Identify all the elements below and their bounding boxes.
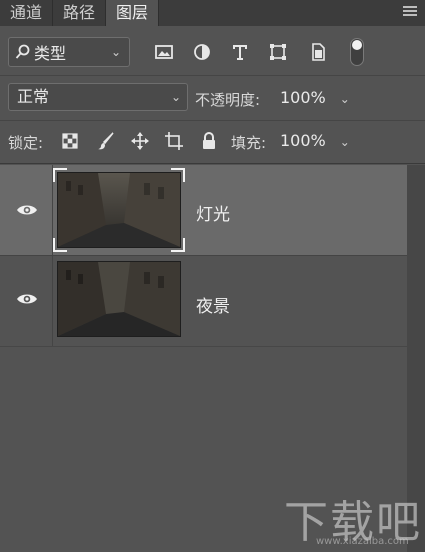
fill-label: 填充: [231, 134, 267, 152]
chevron-down-icon: ⌄ [339, 92, 350, 106]
brush-icon[interactable] [96, 131, 116, 151]
layer-row-night-view[interactable]: 夜景 [0, 256, 407, 346]
fill-value: 100% [280, 131, 326, 150]
panel-menu-icon[interactable] [403, 6, 417, 18]
type-filter-icon[interactable] [230, 42, 250, 62]
image-filter-icon[interactable] [154, 42, 174, 62]
artboard-icon[interactable] [164, 131, 184, 151]
move-icon[interactable] [130, 131, 150, 151]
lock-transparency-icon[interactable] [60, 131, 80, 151]
chevron-down-icon: ⌄ [170, 90, 181, 104]
panel-tab-bar: 通道 路径 图层 [0, 0, 425, 26]
lock-label: 锁定: [8, 134, 44, 152]
filter-toggle[interactable] [350, 38, 364, 66]
lock-icon[interactable] [199, 131, 219, 151]
watermark-url: www.xiazaiba.com [316, 536, 409, 547]
eye-icon[interactable] [16, 203, 38, 217]
opacity-value: 100% [280, 88, 326, 107]
tab-layers[interactable]: 图层 [106, 0, 160, 26]
layer-row-lights[interactable]: 灯光 [0, 165, 407, 255]
opacity-label: 不透明度: [195, 91, 261, 109]
layer-filter-dropdown[interactable]: 类型 ⌄ [8, 37, 130, 67]
layer-name: 灯光 [196, 205, 230, 225]
layer-thumbnail [57, 261, 181, 337]
shape-filter-icon[interactable] [268, 42, 288, 62]
chevron-down-icon: ⌄ [339, 135, 350, 149]
chevron-down-icon: ⌄ [110, 45, 121, 59]
blend-mode-dropdown[interactable]: 正常 ⌄ [8, 83, 188, 111]
fill-dropdown[interactable]: 100% ⌄ [280, 131, 350, 150]
layer-name: 夜景 [196, 297, 230, 317]
tab-channels[interactable]: 通道 [0, 0, 54, 26]
selection-corners [53, 168, 185, 252]
adjustment-filter-icon[interactable] [192, 42, 212, 62]
smart-object-filter-icon[interactable] [308, 42, 328, 62]
opacity-dropdown[interactable]: 100% ⌄ [280, 88, 350, 107]
eye-icon[interactable] [16, 292, 38, 306]
search-icon [15, 44, 30, 59]
blend-mode-value: 正常 [17, 87, 50, 106]
tab-paths[interactable]: 路径 [53, 0, 107, 26]
layer-filter-label: 类型 [34, 44, 67, 63]
